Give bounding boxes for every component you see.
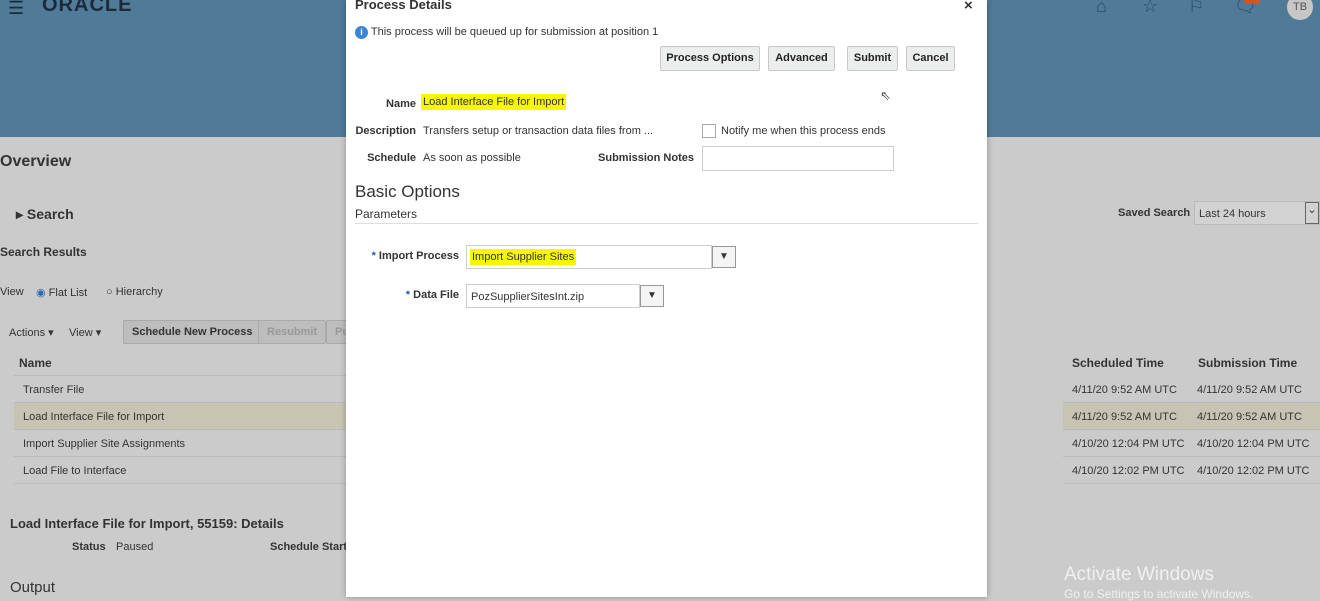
mouse-cursor-icon: ⇖	[880, 88, 891, 103]
activate-windows-watermark: Activate Windows	[1064, 564, 1214, 585]
import-process-select[interactable]: Import Supplier Sites	[466, 245, 712, 269]
basic-options-heading: Basic Options	[355, 182, 460, 201]
process-details-dialog: Process Details × i This process will be…	[346, 0, 987, 597]
scheduled-time-cell: 4/11/20 9:52 AM UTC	[1072, 384, 1177, 396]
table-row[interactable]: Import Supplier Site Assignments	[14, 430, 346, 457]
submission-time-cell: 4/11/20 9:52 AM UTC	[1197, 411, 1302, 423]
data-file-select[interactable]: PozSupplierSitesInt.zip	[466, 284, 640, 308]
status-label: Status	[72, 541, 106, 553]
page-title: Overview	[0, 153, 72, 170]
hierarchy-radio[interactable]: ○ Hierarchy	[106, 286, 163, 298]
parameters-heading: Parameters	[355, 207, 418, 221]
schedule-new-process-button[interactable]: Schedule New Process	[123, 320, 262, 344]
schedule-label: Schedule	[367, 152, 416, 164]
time-columns: 4/11/20 9:52 AM UTC 4/11/20 9:52 AM UTC …	[987, 376, 1320, 484]
table-row[interactable]: Load File to Interface	[14, 457, 346, 484]
saved-search-label: Saved Search	[1118, 207, 1191, 219]
triangle-right-icon: ▸	[16, 206, 27, 222]
info-text: This process will be queued up for submi…	[370, 26, 659, 38]
description-label: Description	[355, 125, 416, 137]
oracle-logo: ORACLE	[42, 0, 133, 16]
data-file-label-text: Data File	[413, 289, 459, 301]
notify-label: Notify me when this process ends	[721, 125, 886, 137]
name-value-text: Load Interface File for Import	[421, 94, 567, 110]
info-message: i This process will be queued up for sub…	[355, 26, 658, 39]
resubmit-button[interactable]: Resubmit	[258, 320, 327, 344]
activate-windows-subtext: Go to Settings to activate Windows.	[1064, 587, 1254, 601]
submission-time-cell: 4/11/20 9:52 AM UTC	[1197, 384, 1302, 396]
home-icon[interactable]: ⌂	[1096, 0, 1107, 17]
import-process-dropdown-icon[interactable]: ▼	[712, 246, 736, 268]
submission-time-cell: 4/10/20 12:04 PM UTC	[1197, 438, 1310, 450]
close-icon[interactable]: ×	[964, 0, 973, 14]
flat-list-radio[interactable]: ◉ Flat List	[36, 286, 87, 299]
info-icon: i	[355, 26, 368, 39]
saved-search-value: Last 24 hours	[1199, 208, 1266, 220]
submission-notes-input[interactable]	[702, 146, 894, 171]
flag-icon[interactable]: ⚐	[1188, 0, 1204, 17]
star-icon[interactable]: ☆	[1142, 0, 1158, 17]
actions-menu[interactable]: Actions ▾	[9, 326, 54, 339]
view-menu-label: View	[69, 327, 93, 339]
table-row-selected[interactable]: Load Interface File for Import	[14, 403, 346, 430]
data-file-value: PozSupplierSitesInt.zip	[471, 291, 585, 303]
data-file-dropdown-icon[interactable]: ▼	[640, 285, 664, 307]
scheduled-time-cell: 4/10/20 12:04 PM UTC	[1072, 438, 1185, 450]
dialog-title: Process Details	[355, 0, 452, 12]
chevron-down-icon: ⌄	[1305, 202, 1319, 224]
schedule-start-label: Schedule Start	[270, 541, 348, 553]
advanced-button[interactable]: Advanced	[768, 46, 835, 71]
details-heading: Load Interface File for Import, 55159: D…	[10, 516, 284, 531]
hierarchy-label: Hierarchy	[115, 286, 163, 298]
submission-notes-label: Submission Notes	[598, 152, 694, 164]
radio-selected-icon: ◉	[36, 287, 46, 299]
cancel-button[interactable]: Cancel	[906, 46, 955, 71]
name-value: Load Interface File for Import	[421, 94, 567, 110]
required-icon: *	[371, 250, 376, 262]
table-row[interactable]: Transfer File	[14, 376, 346, 403]
submission-time-cell: 4/10/20 12:02 PM UTC	[1197, 465, 1310, 477]
submit-button[interactable]: Submit	[847, 46, 898, 71]
flat-list-label: Flat List	[48, 287, 88, 299]
column-header-scheduled-time[interactable]: Scheduled Time	[1072, 356, 1164, 370]
required-icon: *	[405, 289, 411, 301]
output-heading: Output	[10, 579, 56, 596]
scheduled-time-cell: 4/11/20 9:52 AM UTC	[1072, 411, 1177, 423]
schedule-value: As soon as possible	[423, 152, 521, 164]
search-results-heading: Search Results	[0, 245, 87, 259]
status-value: Paused	[116, 541, 154, 553]
column-header-name[interactable]: Name	[14, 348, 346, 376]
saved-search-select[interactable]: Last 24 hours ⌄	[1194, 201, 1320, 225]
notification-badge	[1244, 0, 1260, 4]
data-file-label: * Data File	[346, 289, 459, 301]
divider	[355, 223, 978, 224]
description-value: Transfers setup or transaction data file…	[423, 125, 654, 137]
column-header-submission-time[interactable]: Submission Time	[1198, 356, 1297, 370]
import-process-label: * Import Process	[346, 250, 459, 262]
import-process-value: Import Supplier Sites	[470, 249, 577, 265]
view-menu[interactable]: View ▾	[69, 326, 101, 339]
import-process-label-text: Import Process	[378, 250, 459, 262]
radio-icon: ○	[106, 286, 113, 298]
view-label: View	[0, 286, 24, 298]
process-options-button[interactable]: Process Options	[660, 46, 760, 71]
actions-label: Actions	[9, 327, 46, 339]
name-label: Name	[386, 98, 416, 110]
search-label: Search	[26, 206, 74, 222]
menu-icon[interactable]: ☰	[8, 0, 24, 19]
notify-checkbox[interactable]	[702, 124, 716, 138]
scheduled-time-cell: 4/10/20 12:02 PM UTC	[1072, 465, 1185, 477]
search-toggle[interactable]: ▸ Search	[16, 206, 74, 223]
